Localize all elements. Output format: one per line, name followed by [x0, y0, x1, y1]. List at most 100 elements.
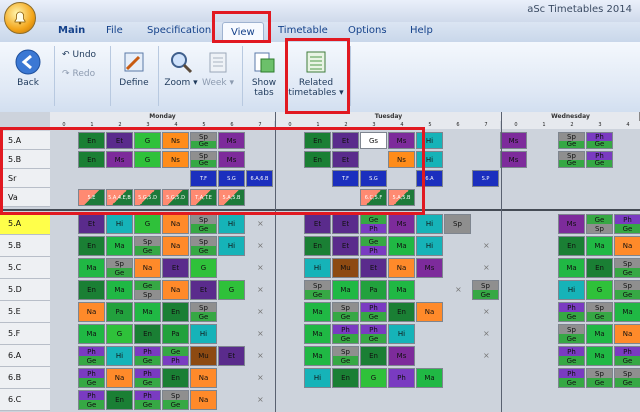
redo-button[interactable]: ↷ Redo — [62, 69, 95, 79]
lesson-cell[interactable]: Ph — [388, 368, 415, 388]
lesson-cell[interactable]: Hi — [416, 236, 443, 256]
lesson-cell[interactable]: Ge Sp — [134, 280, 161, 300]
tab-help[interactable]: Help — [410, 25, 433, 36]
lesson-cell[interactable]: Ma — [78, 258, 105, 278]
lesson-cell[interactable]: Ph Ge — [614, 346, 640, 366]
lesson-cell[interactable]: Ms — [388, 346, 415, 366]
lesson-cell[interactable]: Sp Ge — [558, 132, 585, 149]
lesson-cell[interactable]: Pa — [106, 302, 133, 322]
lesson-cell[interactable]: Ph Ge — [332, 324, 359, 344]
lesson-cell[interactable]: Sp Ge — [614, 258, 640, 278]
lesson-cell[interactable]: En — [162, 368, 189, 388]
class-row-label[interactable]: 5.B — [0, 235, 50, 257]
define-button[interactable]: Define — [116, 48, 152, 88]
lesson-cell[interactable]: Ma — [586, 236, 613, 256]
lesson-cell[interactable]: Ma — [332, 280, 359, 300]
class-row-label[interactable]: 5.A — [0, 213, 50, 235]
lesson-cell[interactable]: Hi — [416, 214, 443, 234]
lesson-cell[interactable]: Sp Ge — [304, 280, 331, 300]
teacher-lesson-cell[interactable]: S.P — [472, 170, 499, 187]
lesson-cell[interactable]: Sp Ge — [614, 368, 640, 388]
lesson-cell[interactable]: Ph Ge — [134, 368, 161, 388]
lesson-cell[interactable]: Ma — [106, 280, 133, 300]
tab-specification[interactable]: Specification — [147, 25, 211, 36]
lesson-cell[interactable]: Ph Ge — [360, 302, 387, 322]
class-row-label[interactable]: 6.B — [0, 367, 50, 389]
lesson-cell[interactable]: Ph Ge — [360, 324, 387, 344]
lesson-cell[interactable]: En — [78, 236, 105, 256]
lesson-cell[interactable]: Sp — [444, 214, 471, 234]
lesson-cell[interactable]: G — [218, 280, 245, 300]
lesson-cell[interactable]: Na — [614, 236, 640, 256]
lesson-cell[interactable]: En — [360, 346, 387, 366]
lesson-cell[interactable]: Sp Ge — [162, 390, 189, 410]
lesson-cell[interactable]: Ms — [500, 132, 527, 149]
lesson-cell[interactable]: Hi — [190, 324, 217, 344]
lesson-cell[interactable]: Ma — [106, 236, 133, 256]
lesson-cell[interactable]: Hi — [388, 324, 415, 344]
lesson-cell[interactable]: Ms — [388, 214, 415, 234]
lesson-cell[interactable]: Et — [190, 280, 217, 300]
lesson-cell[interactable]: Ph Ge — [586, 151, 613, 168]
lesson-cell[interactable]: Et — [360, 258, 387, 278]
lesson-cell[interactable]: Ma — [304, 346, 331, 366]
lesson-cell[interactable]: Ph Ge — [558, 302, 585, 322]
tab-file[interactable]: File — [106, 25, 123, 36]
lesson-cell[interactable]: Mu — [190, 346, 217, 366]
lesson-cell[interactable]: Ma — [586, 346, 613, 366]
lesson-cell[interactable]: Ge Ph — [360, 214, 387, 234]
lesson-cell[interactable]: G — [190, 258, 217, 278]
lesson-cell[interactable]: Na — [190, 390, 217, 410]
lesson-cell[interactable]: Sp Ge — [106, 258, 133, 278]
lesson-cell[interactable]: En — [134, 324, 161, 344]
lesson-cell[interactable]: Ph Ge — [134, 346, 161, 366]
lesson-cell[interactable]: Ma — [416, 368, 443, 388]
lesson-cell[interactable]: Ge Ph — [360, 236, 387, 256]
lesson-cell[interactable]: Sp Ge — [332, 302, 359, 322]
tab-timetable[interactable]: Timetable — [278, 25, 328, 36]
lesson-cell[interactable]: Na — [78, 302, 105, 322]
tab-options[interactable]: Options — [348, 25, 387, 36]
class-row-label[interactable]: 5.D — [0, 279, 50, 301]
lesson-cell[interactable]: Sp Ge — [190, 302, 217, 322]
lesson-cell[interactable]: Na — [416, 302, 443, 322]
lesson-cell[interactable]: Ma — [558, 258, 585, 278]
lesson-cell[interactable]: Sp Ge — [558, 324, 585, 344]
lesson-cell[interactable]: G — [106, 324, 133, 344]
lesson-cell[interactable]: Pa — [360, 280, 387, 300]
tab-main[interactable]: Main — [58, 25, 85, 36]
lesson-cell[interactable]: En — [304, 236, 331, 256]
lesson-cell[interactable]: Et — [218, 346, 245, 366]
lesson-cell[interactable]: Na — [134, 258, 161, 278]
lesson-cell[interactable]: En — [558, 236, 585, 256]
lesson-cell[interactable]: Sp Ge — [190, 214, 217, 234]
lesson-cell[interactable]: Hi — [304, 258, 331, 278]
class-row-label[interactable]: 5.E — [0, 301, 50, 323]
lesson-cell[interactable]: Ma — [304, 302, 331, 322]
class-row-label[interactable]: 6.C — [0, 389, 50, 411]
lesson-cell[interactable]: Ms — [558, 214, 585, 234]
lesson-cell[interactable]: Sp Ge — [472, 280, 499, 300]
lesson-cell[interactable]: Et — [332, 214, 359, 234]
bell-icon[interactable] — [4, 2, 36, 34]
lesson-cell[interactable]: Sp Ge — [332, 346, 359, 366]
lesson-cell[interactable]: Ma — [614, 302, 640, 322]
lesson-cell[interactable]: Na — [614, 324, 640, 344]
lesson-cell[interactable]: Sp Ge — [586, 302, 613, 322]
class-row-label[interactable]: 5.F — [0, 323, 50, 345]
show-tabs-button[interactable]: Show tabs — [247, 48, 281, 98]
lesson-cell[interactable]: Ma — [304, 324, 331, 344]
lesson-cell[interactable]: G — [586, 280, 613, 300]
lesson-cell[interactable]: Pa — [162, 324, 189, 344]
lesson-cell[interactable]: G — [134, 214, 161, 234]
lesson-cell[interactable]: Sp Ge — [190, 236, 217, 256]
lesson-cell[interactable]: Hi — [218, 236, 245, 256]
lesson-cell[interactable]: Ms — [500, 151, 527, 168]
lesson-cell[interactable]: Et — [304, 214, 331, 234]
lesson-cell[interactable]: Hi — [304, 368, 331, 388]
lesson-cell[interactable]: Ma — [586, 324, 613, 344]
week-button[interactable]: Week ▾ — [201, 48, 235, 88]
lesson-cell[interactable]: Ph Ge — [586, 132, 613, 149]
lesson-cell[interactable]: Hi — [106, 346, 133, 366]
lesson-cell[interactable]: Ph Ge — [78, 346, 105, 366]
